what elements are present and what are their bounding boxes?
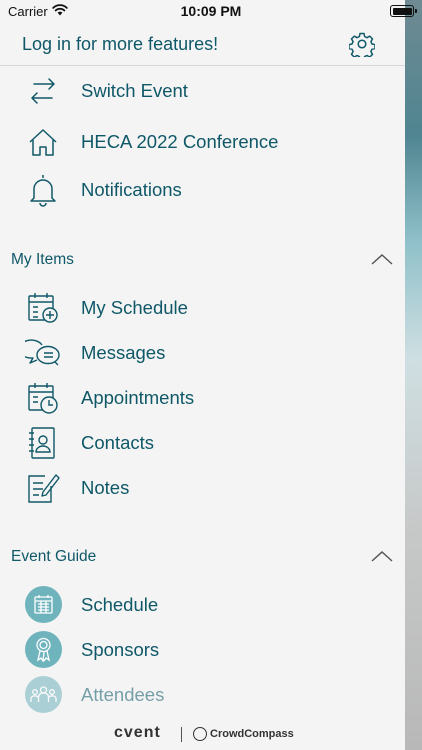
- crowdcompass-logo: CrowdCompass: [210, 728, 294, 740]
- menu-item-notifications[interactable]: Notifications: [0, 168, 405, 212]
- menu-item-label: Notifications: [81, 179, 182, 200]
- menu-item-notes[interactable]: Notes: [0, 466, 405, 510]
- gear-icon[interactable]: [349, 31, 375, 57]
- menu-item-label: Appointments: [81, 387, 195, 408]
- icon-circle: [25, 676, 62, 713]
- calendar-icon: [34, 595, 53, 614]
- menu-item-label: Notes: [81, 477, 130, 498]
- menu-item-label: My Schedule: [81, 297, 188, 318]
- menu-item-label: Schedule: [81, 594, 159, 615]
- menu-header: Log in for more features!: [0, 22, 405, 66]
- chevron-up-icon: [371, 551, 393, 562]
- bell-icon: [30, 175, 56, 207]
- chat-bubbles-icon: [25, 339, 60, 366]
- menu-item-appointments[interactable]: Appointments: [0, 376, 405, 420]
- calendar-add-icon: [28, 293, 58, 323]
- note-pencil-icon: [28, 474, 60, 503]
- footer-branding: cvent CrowdCompass: [0, 720, 405, 750]
- underlying-page-edge: [405, 0, 422, 750]
- menu-item-event-home[interactable]: HECA 2022 Conference: [0, 120, 405, 164]
- menu-item-label: Switch Event: [81, 80, 188, 101]
- crowdcompass-logo-icon: [193, 727, 207, 741]
- icon-circle: [25, 586, 62, 623]
- swap-arrows-icon: [31, 78, 55, 104]
- home-icon: [29, 129, 57, 156]
- ribbon-award-icon: [36, 637, 51, 662]
- menu-item-label: HECA 2022 Conference: [81, 131, 279, 152]
- status-bar: Carrier 10:09 PM: [0, 0, 422, 22]
- footer-divider: [181, 727, 182, 742]
- menu-item-label: Sponsors: [81, 639, 160, 660]
- menu-item-label: Attendees: [81, 684, 165, 705]
- menu-item-label: Contacts: [81, 432, 155, 453]
- menu-item-attendees[interactable]: Attendees: [0, 673, 405, 717]
- menu-item-messages[interactable]: Messages: [0, 331, 405, 375]
- menu-item-sponsors[interactable]: Sponsors: [0, 628, 405, 672]
- section-header-event-guide[interactable]: Event Guide: [0, 542, 405, 572]
- address-book-icon: [29, 427, 55, 459]
- menu-item-schedule[interactable]: Schedule: [0, 583, 405, 627]
- battery-icon: [390, 5, 417, 17]
- side-menu-drawer: Log in for more features! Switch Event H…: [0, 0, 405, 750]
- section-header-my-items[interactable]: My Items: [0, 245, 405, 275]
- people-icon: [30, 686, 57, 702]
- chevron-up-icon: [371, 254, 393, 265]
- clock: 10:09 PM: [180, 3, 242, 19]
- menu-item-contacts[interactable]: Contacts: [0, 421, 405, 465]
- menu-item-switch-event[interactable]: Switch Event: [0, 69, 405, 113]
- section-title: My Items: [11, 251, 74, 268]
- cvent-logo: cvent: [114, 724, 161, 741]
- menu-item-my-schedule[interactable]: My Schedule: [0, 286, 405, 330]
- menu-item-label: Messages: [81, 342, 166, 363]
- login-link[interactable]: Log in for more features!: [22, 34, 218, 55]
- calendar-clock-icon: [28, 383, 58, 414]
- section-title: Event Guide: [11, 548, 97, 565]
- icon-circle: [25, 631, 62, 668]
